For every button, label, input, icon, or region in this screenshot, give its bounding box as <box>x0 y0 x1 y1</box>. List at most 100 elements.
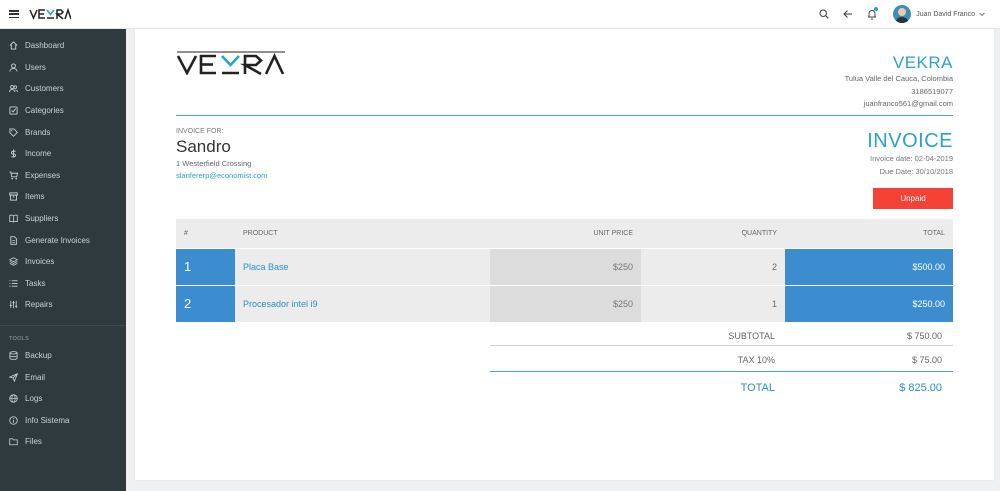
sidebar-item-info-sistema[interactable]: Info Sistema <box>0 410 126 432</box>
sidebar-item-label: Tasks <box>25 278 46 288</box>
sidebar-item-label: Suppliers <box>25 214 59 224</box>
check-square-icon <box>9 106 18 115</box>
sidebar-item-expenses[interactable]: Expenses <box>0 165 126 187</box>
menu-icon[interactable] <box>9 10 19 18</box>
send-icon <box>9 372 18 382</box>
invoice-due-date: Due Date: 30/10/2018 <box>879 166 953 176</box>
company-logo <box>176 51 285 75</box>
company-info: VEKRA Tulua Valle del Cauca, Colombia 31… <box>845 53 953 111</box>
invoice-header: INVOICE Invoice date: 02-04-2019 Due Dat… <box>867 130 953 178</box>
tag-icon <box>9 128 18 137</box>
status-badge[interactable]: Unpaid <box>873 188 953 209</box>
sidebar-item-tasks[interactable]: Tasks <box>0 273 126 295</box>
sidebar-item-label: Backup <box>25 351 52 361</box>
sidebar-item-label: Files <box>25 437 42 447</box>
sidebar-item-label: Customers <box>25 84 64 94</box>
globe-icon <box>9 394 18 403</box>
subtotal-value: $ 750.00 <box>906 330 942 341</box>
client-address: 1 Westerfield Crossing <box>176 159 252 168</box>
sidebar-item-logs[interactable]: Logs <box>0 388 126 410</box>
sidebar-item-label: Generate Invoices <box>25 235 90 245</box>
sliders-icon <box>9 301 18 309</box>
sidebar-item-users[interactable]: Users <box>0 57 126 79</box>
sidebar-item-label: Categories <box>25 106 64 116</box>
database-icon <box>9 351 18 360</box>
bill-to-label: INVOICE FOR: <box>176 128 224 135</box>
sidebar-item-customers[interactable]: Customers <box>0 78 126 100</box>
sidebar-item-income[interactable]: Income <box>0 143 126 165</box>
company-name: VEKRA <box>892 53 953 72</box>
sidebar-item-categories[interactable]: Categories <box>0 100 126 122</box>
sidebar-item-dashboard[interactable]: Dashboard <box>0 35 126 57</box>
sidebar-item-items[interactable]: Items <box>0 186 126 208</box>
sidebar-item-label: Brands <box>25 127 51 137</box>
company-address: Tulua Valle del Cauca, Colombia <box>844 74 953 83</box>
column-header-quantity: QUANTITY <box>641 219 785 248</box>
sidebar-item-label: Logs <box>25 394 43 404</box>
row-number: 2 <box>176 284 235 322</box>
info-icon <box>9 416 18 425</box>
notification-dot <box>874 7 879 11</box>
folder-icon <box>9 438 18 446</box>
sidebar-item-label: Invoices <box>25 257 55 267</box>
cart-icon <box>9 171 18 180</box>
sidebar-item-label: Dashboard <box>25 41 65 51</box>
client-email[interactable]: slanfererp@economist.com <box>176 171 267 180</box>
sidebar-item-label: Email <box>25 372 46 382</box>
grand-total-row: TOTAL $ 825.00 <box>490 375 953 401</box>
sidebar-item-files[interactable]: Files <box>0 431 126 453</box>
sidebar-item-suppliers[interactable]: Suppliers <box>0 208 126 230</box>
users-icon <box>9 85 18 93</box>
product-name: Placa Base <box>235 247 490 285</box>
unit-price: $250 <box>490 284 641 322</box>
invoice-card: VEKRA Tulua Valle del Cauca, Colombia 31… <box>135 29 994 480</box>
book-icon <box>9 214 18 223</box>
company-email: juanfranco561@gmail.com <box>863 99 953 108</box>
column-header-total: TOTAL <box>785 219 953 248</box>
home-icon <box>9 41 18 50</box>
table-row: 2 Procesador intel i9 $250 1 $250.00 <box>176 284 953 322</box>
sidebar-item-email[interactable]: Email <box>0 366 126 388</box>
tax-value: $ 75.00 <box>911 355 942 365</box>
line-total: $250.00 <box>785 284 953 322</box>
product-name: Procesador intel i9 <box>235 284 490 322</box>
sidebar-divider <box>0 324 126 326</box>
invoice-title: INVOICE <box>867 130 953 152</box>
file-icon <box>10 235 17 245</box>
sidebar-item-label: Info Sistema <box>25 415 70 425</box>
quantity: 2 <box>641 247 785 285</box>
sidebar-item-brands[interactable]: Brands <box>0 121 126 143</box>
tools-section-label: TOOLS <box>9 335 30 342</box>
grand-total-label: TOTAL <box>740 382 775 394</box>
tax-label: TAX 10% <box>737 355 775 365</box>
bill-to: INVOICE FOR: Sandro 1 Westerfield Crossi… <box>176 128 267 180</box>
invoice-table: # PRODUCT UNIT PRICE QUANTITY TOTAL 1 Pl… <box>176 219 953 322</box>
subtotal-row: SUBTOTAL $ 750.00 <box>490 326 953 346</box>
sidebar-item-invoices[interactable]: Invoices <box>0 251 126 273</box>
sidebar-item-generate-invoices[interactable]: Generate Invoices <box>0 229 126 251</box>
sidebar-item-label: Income <box>25 149 52 159</box>
sidebar-item-backup[interactable]: Backup <box>0 345 126 367</box>
avatar[interactable] <box>893 5 912 23</box>
search-icon[interactable] <box>817 7 831 21</box>
chevron-down-icon[interactable] <box>978 10 986 18</box>
quantity: 1 <box>641 284 785 322</box>
layers-icon <box>9 257 18 266</box>
user-name[interactable]: Juan David Franco <box>916 11 975 18</box>
sidebar: Dashboard Users Customers Categories Bra… <box>0 29 126 491</box>
sidebar-item-label: Expenses <box>25 170 61 180</box>
dollar-icon <box>11 149 16 158</box>
bell-icon[interactable] <box>865 7 879 21</box>
column-header-product: PRODUCT <box>235 219 490 248</box>
archive-icon <box>9 192 18 202</box>
arrow-left-icon[interactable] <box>841 7 855 21</box>
invoice-date: Invoice date: 02-04-2019 <box>870 154 953 163</box>
column-header-number: # <box>176 219 235 248</box>
grand-total-value: $ 825.00 <box>899 382 942 394</box>
line-total: $500.00 <box>785 247 953 285</box>
table-header-row: # PRODUCT UNIT PRICE QUANTITY TOTAL <box>176 219 953 248</box>
top-bar: Juan David Franco <box>0 0 1000 29</box>
row-number: 1 <box>176 247 235 285</box>
sidebar-item-repairs[interactable]: Repairs <box>0 294 126 316</box>
brand-logo[interactable] <box>29 8 71 20</box>
